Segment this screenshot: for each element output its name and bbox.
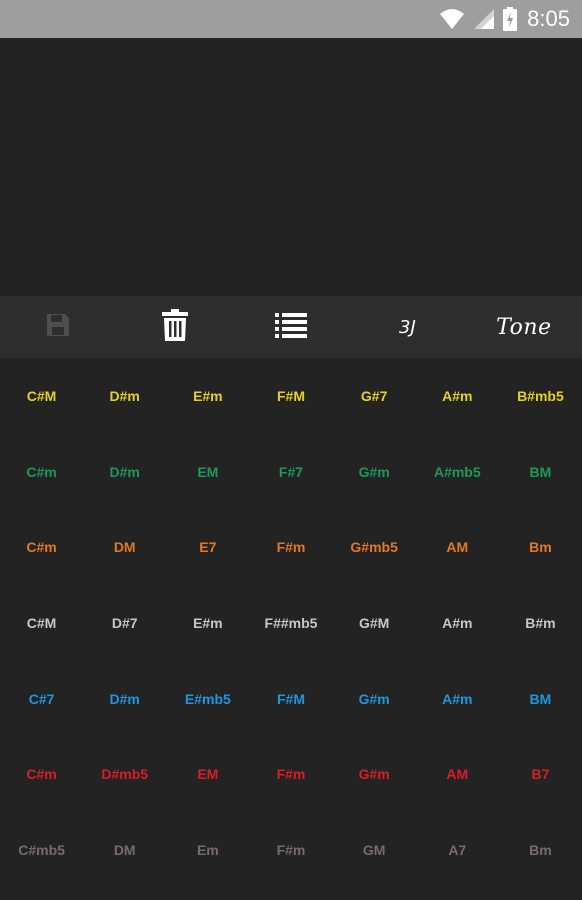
chord-button[interactable]: F##mb5 [249, 615, 332, 631]
chord-grid: C#M D#m E#m F#M G#7 A#m B#mb5 C#m D#m EM F#7 G#m A#m… [0, 358, 582, 888]
chord-row: C#M D#m E#m F#M G#7 A#m B#mb5 [0, 358, 582, 434]
chord-button[interactable]: G#M [333, 615, 416, 631]
list-button[interactable] [233, 296, 349, 358]
chord-button[interactable]: BM [499, 691, 582, 707]
chord-button[interactable]: A#m [416, 691, 499, 707]
chord-button[interactable]: B#mb5 [499, 388, 582, 404]
trash-icon [161, 308, 188, 346]
chord-button[interactable]: F#M [249, 691, 332, 707]
chord-button[interactable]: EM [166, 766, 249, 782]
chord-button[interactable]: C#7 [0, 691, 83, 707]
chord-button[interactable]: E#m [166, 615, 249, 631]
chord-button[interactable]: A#m [416, 615, 499, 631]
chord-button[interactable]: D#7 [83, 615, 166, 631]
delete-button[interactable] [116, 296, 232, 358]
chord-button[interactable]: Bm [499, 842, 582, 858]
chord-button[interactable]: C#mb5 [0, 842, 83, 858]
chord-button[interactable]: AM [416, 766, 499, 782]
chord-button[interactable]: BM [499, 464, 582, 480]
chord-row: C#m DM E7 F#m G#mb5 AM Bm [0, 509, 582, 585]
chord-button[interactable]: B#m [499, 615, 582, 631]
tone-button[interactable]: Tone [466, 296, 582, 358]
chord-button[interactable]: F#m [249, 539, 332, 555]
signal-icon [473, 8, 495, 30]
toolbar: 3J Tone [0, 296, 582, 358]
chord-button[interactable]: B7 [499, 766, 582, 782]
chord-button[interactable]: C#m [0, 539, 83, 555]
chord-display-area [0, 38, 582, 296]
chord-button[interactable]: DM [83, 539, 166, 555]
chord-button[interactable]: F#7 [249, 464, 332, 480]
chord-button[interactable]: E#mb5 [166, 691, 249, 707]
chord-button[interactable]: D#m [83, 464, 166, 480]
chord-button[interactable]: C#m [0, 766, 83, 782]
tj-button[interactable]: 3J [349, 296, 465, 358]
chord-button[interactable]: A#m [416, 388, 499, 404]
chord-row: C#m D#m EM F#7 G#m A#mb5 BM [0, 434, 582, 510]
chord-button[interactable]: F#M [249, 388, 332, 404]
chord-button[interactable]: G#mb5 [333, 539, 416, 555]
save-icon [45, 312, 71, 343]
chord-button[interactable]: E7 [166, 539, 249, 555]
chord-button[interactable]: C#M [0, 388, 83, 404]
chord-button[interactable]: F#m [249, 842, 332, 858]
tj-label: 3J [399, 316, 416, 338]
chord-button[interactable]: A#mb5 [416, 464, 499, 480]
chord-button[interactable]: Em [166, 842, 249, 858]
battery-charging-icon [503, 7, 518, 31]
chord-button[interactable]: C#M [0, 615, 83, 631]
chord-button[interactable]: G#7 [333, 388, 416, 404]
chord-button[interactable]: Bm [499, 539, 582, 555]
chord-button[interactable]: EM [166, 464, 249, 480]
status-time: 8:05 [527, 6, 570, 31]
chord-button[interactable]: E#m [166, 388, 249, 404]
chord-button[interactable]: GM [333, 842, 416, 858]
chord-button[interactable]: G#m [333, 691, 416, 707]
chord-button[interactable]: AM [416, 539, 499, 555]
chord-button[interactable]: G#m [333, 766, 416, 782]
tone-label: Tone [496, 314, 552, 340]
chord-button[interactable]: D#mb5 [83, 766, 166, 782]
chord-button[interactable]: DM [83, 842, 166, 858]
chord-button[interactable]: A7 [416, 842, 499, 858]
chord-row: C#m D#mb5 EM F#m G#m AM B7 [0, 736, 582, 812]
wifi-icon [439, 8, 465, 30]
chord-button[interactable]: D#m [83, 388, 166, 404]
status-bar: 8:05 [0, 0, 582, 38]
chord-button[interactable]: G#m [333, 464, 416, 480]
chord-button[interactable]: F#m [249, 766, 332, 782]
list-icon [275, 312, 308, 343]
chord-row: C#7 D#m E#mb5 F#M G#m A#m BM [0, 661, 582, 737]
chord-row: C#mb5 DM Em F#m GM A7 Bm [0, 812, 582, 888]
chord-row: C#M D#7 E#m F##mb5 G#M A#m B#m [0, 585, 582, 661]
chord-button[interactable]: C#m [0, 464, 83, 480]
save-button[interactable] [0, 296, 116, 358]
chord-button[interactable]: D#m [83, 691, 166, 707]
